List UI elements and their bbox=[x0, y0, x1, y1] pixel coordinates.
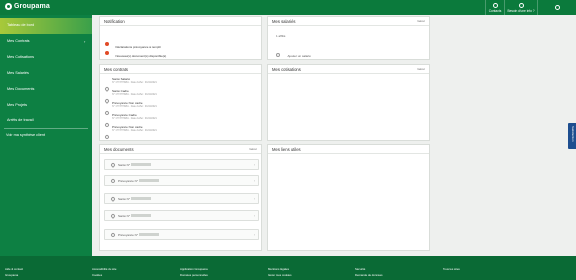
contract-meta: N° 1773779981 · Date d'effet : 01/04/202… bbox=[112, 105, 157, 108]
contacts-label: Contacts bbox=[488, 8, 502, 13]
help-button[interactable]: Besoin d'une info ? bbox=[504, 0, 537, 15]
salaries-header: Mes salariés Gérer bbox=[268, 17, 429, 26]
sidebar-divider bbox=[4, 128, 88, 129]
footer-link[interactable]: Application Groupama bbox=[180, 267, 208, 271]
contract-meta: N° 1773779981 · Date d'effet : 01/04/202… bbox=[112, 93, 157, 96]
document-item[interactable]: Prévoyance N° › bbox=[104, 175, 259, 186]
cotisations-header: Mes cotisations Gérer bbox=[268, 65, 429, 74]
contacts-button[interactable]: Contacts bbox=[485, 0, 504, 15]
liens-title: Mes liens utiles bbox=[272, 146, 301, 152]
contrats-panel: Mes contrats Santé Salarié N° 1773779981… bbox=[99, 64, 262, 141]
chevron-right-icon: › bbox=[84, 39, 86, 44]
sidebar-item-contrats[interactable]: Mes Contrats bbox=[7, 39, 30, 43]
documents-panel: Mes documents Gérer Santé N° › Prévoyanc… bbox=[99, 144, 262, 251]
cotisations-manage-link[interactable]: Gérer bbox=[417, 67, 425, 71]
health-icon bbox=[110, 212, 116, 219]
document-label: Prévoyance N° bbox=[118, 178, 139, 183]
document-alert-icon bbox=[105, 50, 109, 55]
contract-item[interactable]: Prévoyance Non cadre N° 1773779981 · Dat… bbox=[104, 125, 157, 144]
sidebar-item-salaries[interactable]: Mes Salariés bbox=[7, 71, 29, 75]
contact-icon bbox=[492, 2, 498, 8]
document-item[interactable]: Santé N° › bbox=[104, 193, 259, 204]
footer: Aide & contact Groupama Accessibilité du… bbox=[0, 256, 576, 280]
sidebar-synthese-link[interactable]: Voir ma synthèse client bbox=[6, 133, 45, 137]
salaries-count: 1 affilié bbox=[276, 34, 286, 38]
feedback-label: Satisfaction bbox=[571, 126, 575, 142]
documents-header: Mes documents Gérer bbox=[100, 145, 261, 154]
chevron-right-icon: › bbox=[253, 163, 255, 167]
contrats-title: Mes contrats bbox=[104, 66, 128, 72]
chevron-right-icon: › bbox=[253, 197, 255, 201]
document-label: Santé N° bbox=[118, 213, 131, 218]
logo-text: Groupama bbox=[14, 3, 50, 10]
chevron-right-icon: › bbox=[253, 233, 255, 237]
document-label: Santé N° bbox=[118, 162, 131, 167]
footer-link[interactable]: Demande de données bbox=[355, 273, 383, 277]
feedback-tab[interactable]: Satisfaction bbox=[568, 123, 576, 149]
notification-title: Notification bbox=[104, 18, 125, 24]
umbrella-icon bbox=[110, 177, 116, 184]
user-icon bbox=[554, 4, 560, 10]
salaries-manage-link[interactable]: Gérer bbox=[417, 19, 425, 23]
contrats-header: Mes contrats bbox=[100, 65, 261, 74]
masked-number bbox=[131, 197, 152, 200]
contract-meta: N° 1773779981 · Date d'effet : 01/04/202… bbox=[112, 81, 157, 84]
add-salarie-label: Ajouter un salarié bbox=[287, 54, 311, 58]
footer-link[interactable]: Mentions légales bbox=[268, 267, 289, 271]
sidebar-item-cotisations[interactable]: Mes Cotisations bbox=[7, 55, 34, 59]
footer-link[interactable]: Cookies bbox=[92, 273, 102, 277]
document-label: Prévoyance N° bbox=[118, 232, 139, 237]
contract-meta: N° 1773779981 · Date d'effet : 01/04/202… bbox=[112, 117, 157, 120]
chevron-right-icon: › bbox=[253, 179, 255, 183]
umbrella-icon bbox=[104, 134, 110, 140]
footer-link[interactable]: Aide & contact bbox=[5, 267, 23, 271]
sidebar-item-dashboard[interactable]: Tableau de bord bbox=[7, 23, 34, 27]
notification-panel: Notification Déclarations prévoyance à r… bbox=[99, 16, 262, 60]
cotisations-title: Mes cotisations bbox=[272, 66, 301, 72]
masked-number bbox=[139, 179, 160, 182]
sidebar: Tableau de bord Mes Contrats › Mes Cotis… bbox=[0, 15, 92, 256]
add-salarie-button[interactable]: Ajouter un salarié bbox=[276, 44, 311, 62]
document-item[interactable]: Santé N° › bbox=[104, 210, 259, 221]
add-user-icon bbox=[276, 53, 280, 57]
footer-link[interactable]: Données personnelles bbox=[180, 273, 208, 277]
masked-number bbox=[131, 214, 152, 217]
document-label: Santé N° bbox=[118, 196, 131, 201]
documents-manage-link[interactable]: Gérer bbox=[249, 147, 257, 151]
document-item[interactable]: Prévoyance N° › bbox=[104, 229, 259, 240]
cotisations-panel: Mes cotisations Gérer bbox=[267, 64, 430, 141]
sidebar-item-arrets[interactable]: Arrêts de travail bbox=[7, 118, 34, 122]
umbrella-icon bbox=[110, 231, 116, 238]
sidebar-item-documents[interactable]: Mes Documents bbox=[7, 87, 34, 91]
groupama-logo[interactable]: Groupama bbox=[5, 3, 50, 10]
top-header: Groupama Contacts Besoin d'une info ? bbox=[0, 0, 576, 15]
salaries-title: Mes salariés bbox=[272, 18, 296, 24]
notification-item[interactable]: Nouveau(x) document(s) disponible(s) bbox=[105, 44, 166, 62]
masked-number bbox=[139, 233, 160, 236]
user-menu-button[interactable] bbox=[537, 0, 576, 15]
sidebar-item-projets[interactable]: Mes Projets bbox=[7, 103, 27, 107]
documents-title: Mes documents bbox=[104, 146, 134, 152]
health-icon bbox=[110, 195, 116, 202]
notification-header: Notification bbox=[100, 17, 261, 26]
health-icon bbox=[110, 161, 116, 168]
question-icon bbox=[518, 2, 524, 8]
liens-header: Mes liens utiles bbox=[268, 145, 429, 154]
help-label: Besoin d'une info ? bbox=[507, 8, 535, 13]
document-item[interactable]: Santé N° › bbox=[104, 159, 259, 170]
footer-link[interactable]: Tous les sites bbox=[443, 267, 460, 271]
notification-text: Nouveau(x) document(s) disponible(s) bbox=[115, 54, 167, 58]
salaries-panel: Mes salariés Gérer 1 affilié Ajouter un … bbox=[267, 16, 430, 60]
chevron-right-icon: › bbox=[253, 214, 255, 218]
masked-number bbox=[131, 163, 152, 166]
footer-link[interactable]: Accessibilité du site bbox=[92, 267, 116, 271]
footer-link[interactable]: Groupama bbox=[5, 273, 18, 277]
footer-link[interactable]: Gérer mes cookies bbox=[268, 273, 291, 277]
logo-icon bbox=[5, 3, 12, 10]
liens-panel: Mes liens utiles bbox=[267, 144, 430, 251]
footer-link[interactable]: Sécurité bbox=[355, 267, 365, 271]
contract-meta: N° 1773779981 · Date d'effet : 01/04/202… bbox=[112, 129, 157, 132]
